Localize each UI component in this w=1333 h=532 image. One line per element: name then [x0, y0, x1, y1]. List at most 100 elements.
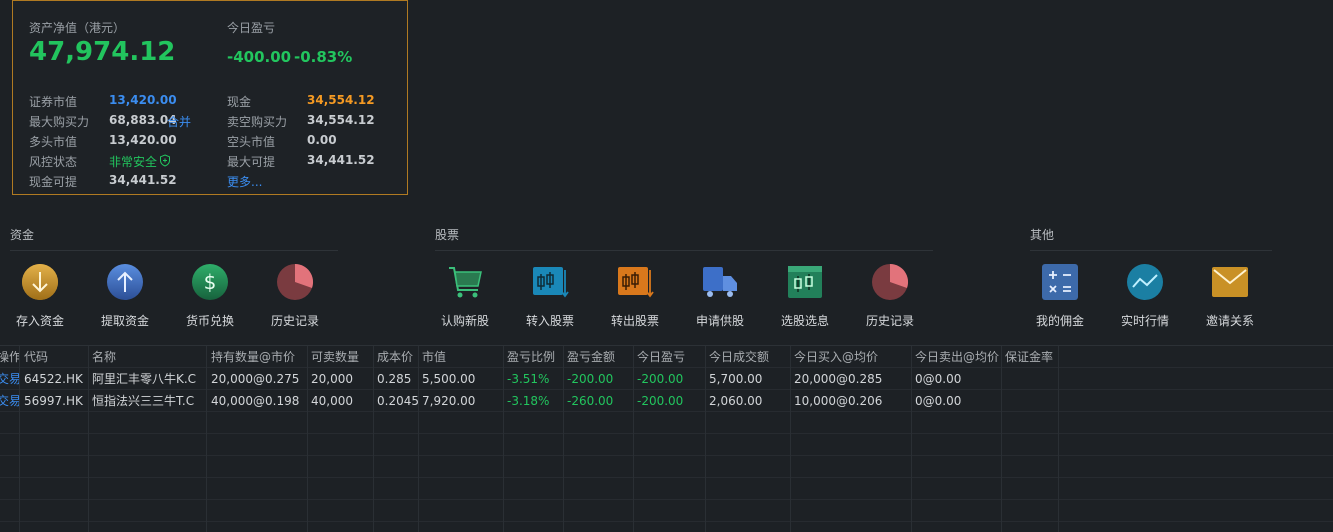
rights-issue-label: 申请供股 — [695, 314, 744, 328]
empty-row — [0, 478, 1333, 500]
currency-exchange-icon: $ — [192, 264, 228, 300]
cash-label: 现金 — [227, 95, 252, 109]
cell-today-turnover: 5,700.00 — [706, 368, 791, 390]
short-buying-power-value: 34,554.12 — [307, 113, 375, 127]
realtime-chart-icon — [1127, 264, 1163, 300]
today-pl-percent: -0.83% — [294, 48, 353, 66]
risk-status-value: 非常安全 — [109, 155, 158, 169]
transfer-out-button[interactable]: 转出股票 — [595, 262, 675, 329]
transfer-in-icon — [533, 267, 569, 298]
net-asset-label: 资产净值（港元） — [29, 21, 126, 35]
col-header-today-sell[interactable]: 今日卖出@均价 — [912, 346, 1002, 368]
calculator-icon — [1042, 264, 1078, 300]
col-header-today-turnover[interactable]: 今日成交额 — [706, 346, 791, 368]
stocks-history-button[interactable]: 历史记录 — [850, 262, 930, 329]
stock-dividend-button[interactable]: 选股选息 — [765, 262, 845, 329]
cell-pl-ratio: -3.18% — [504, 390, 564, 412]
col-header-action[interactable]: 操作 — [0, 346, 20, 368]
shield-icon — [159, 154, 171, 170]
withdraw-label: 提取资金 — [100, 314, 149, 328]
long-value: 13,420.00 — [109, 133, 177, 147]
cell-today-turnover: 2,060.00 — [706, 390, 791, 412]
cell-today-buy: 20,000@0.285 — [791, 368, 912, 390]
stocks-section-title: 股票 — [435, 228, 460, 242]
ipo-cart-icon — [449, 267, 482, 298]
stocks-divider — [435, 250, 933, 251]
funds-divider — [10, 250, 338, 251]
positions-table: 操作 代码 名称 持有数量@市价 可卖数量 成本价 市值 盈亏比例 盈亏金额 今… — [0, 345, 1333, 532]
risk-status-label: 风控状态 — [29, 155, 78, 169]
ipo-subscribe-label: 认购新股 — [440, 314, 489, 328]
cell-sellable: 40,000 — [308, 390, 374, 412]
trade-link[interactable]: 交易 — [0, 390, 20, 412]
table-header-row: 操作 代码 名称 持有数量@市价 可卖数量 成本价 市值 盈亏比例 盈亏金额 今… — [0, 346, 1333, 368]
cell-today-sell: 0@0.00 — [912, 390, 1002, 412]
deposit-icon — [22, 264, 58, 300]
cell-holding: 40,000@0.198 — [208, 390, 308, 412]
col-header-today-buy[interactable]: 今日买入@均价 — [791, 346, 912, 368]
cell-code: 64522.HK — [21, 368, 89, 390]
cell-margin-ratio — [1002, 368, 1059, 390]
short-buying-power-label: 卖空购买力 — [227, 115, 288, 129]
cell-cost: 0.2045 — [374, 390, 419, 412]
history-pie-icon — [277, 263, 314, 300]
stocks-history-label: 历史记录 — [865, 314, 914, 328]
currency-exchange-button[interactable]: $ 货币兑换 — [170, 262, 250, 329]
realtime-quote-label: 实时行情 — [1120, 314, 1169, 328]
col-header-pl-ratio[interactable]: 盈亏比例 — [504, 346, 564, 368]
deposit-button[interactable]: 存入资金 — [0, 262, 80, 329]
long-value-label: 多头市值 — [29, 135, 78, 149]
empty-row — [0, 412, 1333, 434]
account-summary-card: 资产净值（港元） 47,974.12 今日盈亏 -400.00 -0.83% 证… — [12, 0, 408, 195]
cell-margin-ratio — [1002, 390, 1059, 412]
short-value-label: 空头市值 — [227, 135, 276, 149]
cell-pl-amount: -200.00 — [564, 368, 634, 390]
securities-value-label: 证券市值 — [29, 95, 78, 109]
merge-link[interactable]: 合并 — [167, 113, 191, 130]
securities-value: 13,420.00 — [109, 93, 177, 107]
col-header-margin-ratio[interactable]: 保证金率 — [1002, 346, 1059, 368]
trade-link[interactable]: 交易 — [0, 368, 20, 390]
realtime-quote-button[interactable]: 实时行情 — [1105, 262, 1185, 329]
cell-cost: 0.285 — [374, 368, 419, 390]
col-header-name[interactable]: 名称 — [89, 346, 207, 368]
col-header-pl-amount[interactable]: 盈亏金额 — [564, 346, 634, 368]
cell-today-sell: 0@0.00 — [912, 368, 1002, 390]
cell-today-buy: 10,000@0.206 — [791, 390, 912, 412]
transfer-out-label: 转出股票 — [610, 314, 659, 328]
history-pie-icon — [872, 263, 909, 300]
invite-relation-label: 邀请关系 — [1205, 314, 1254, 328]
cash-withdrawable-value: 34,441.52 — [109, 173, 177, 187]
col-header-sellable[interactable]: 可卖数量 — [308, 346, 374, 368]
col-header-holding[interactable]: 持有数量@市价 — [208, 346, 308, 368]
col-header-code[interactable]: 代码 — [21, 346, 89, 368]
cell-name: 阿里汇丰零八牛K.C — [89, 368, 207, 390]
empty-row — [0, 456, 1333, 478]
invite-mail-icon — [1212, 267, 1248, 297]
invite-relation-button[interactable]: 邀请关系 — [1190, 262, 1270, 329]
rights-issue-button[interactable]: 申请供股 — [680, 262, 760, 329]
empty-row — [0, 522, 1333, 532]
table-row[interactable]: 交易 56997.HK 恒指法兴三三牛T.C 40,000@0.198 40,0… — [0, 390, 1333, 412]
cell-holding: 20,000@0.275 — [208, 368, 308, 390]
today-pl-label: 今日盈亏 — [227, 21, 276, 35]
col-header-cost[interactable]: 成本价 — [374, 346, 419, 368]
transfer-in-label: 转入股票 — [525, 314, 574, 328]
short-value: 0.00 — [307, 133, 337, 147]
funds-history-button[interactable]: 历史记录 — [255, 262, 335, 329]
withdraw-button[interactable]: 提取资金 — [85, 262, 165, 329]
more-link[interactable]: 更多... — [227, 173, 262, 190]
transfer-in-button[interactable]: 转入股票 — [510, 262, 590, 329]
col-header-today-pl[interactable]: 今日盈亏 — [634, 346, 706, 368]
table-row[interactable]: 交易 64522.HK 阿里汇丰零八牛K.C 20,000@0.275 20,0… — [0, 368, 1333, 390]
my-commission-label: 我的佣金 — [1035, 314, 1084, 328]
cell-today-pl: -200.00 — [634, 368, 706, 390]
today-pl-amount: -400.00 — [227, 48, 292, 66]
col-header-market-value[interactable]: 市值 — [419, 346, 504, 368]
my-commission-button[interactable]: 我的佣金 — [1020, 262, 1100, 329]
ipo-subscribe-button[interactable]: 认购新股 — [425, 262, 505, 329]
cell-pl-amount: -260.00 — [564, 390, 634, 412]
funds-section-title: 资金 — [10, 228, 35, 242]
cell-market-value: 5,500.00 — [419, 368, 504, 390]
cell-code: 56997.HK — [21, 390, 89, 412]
